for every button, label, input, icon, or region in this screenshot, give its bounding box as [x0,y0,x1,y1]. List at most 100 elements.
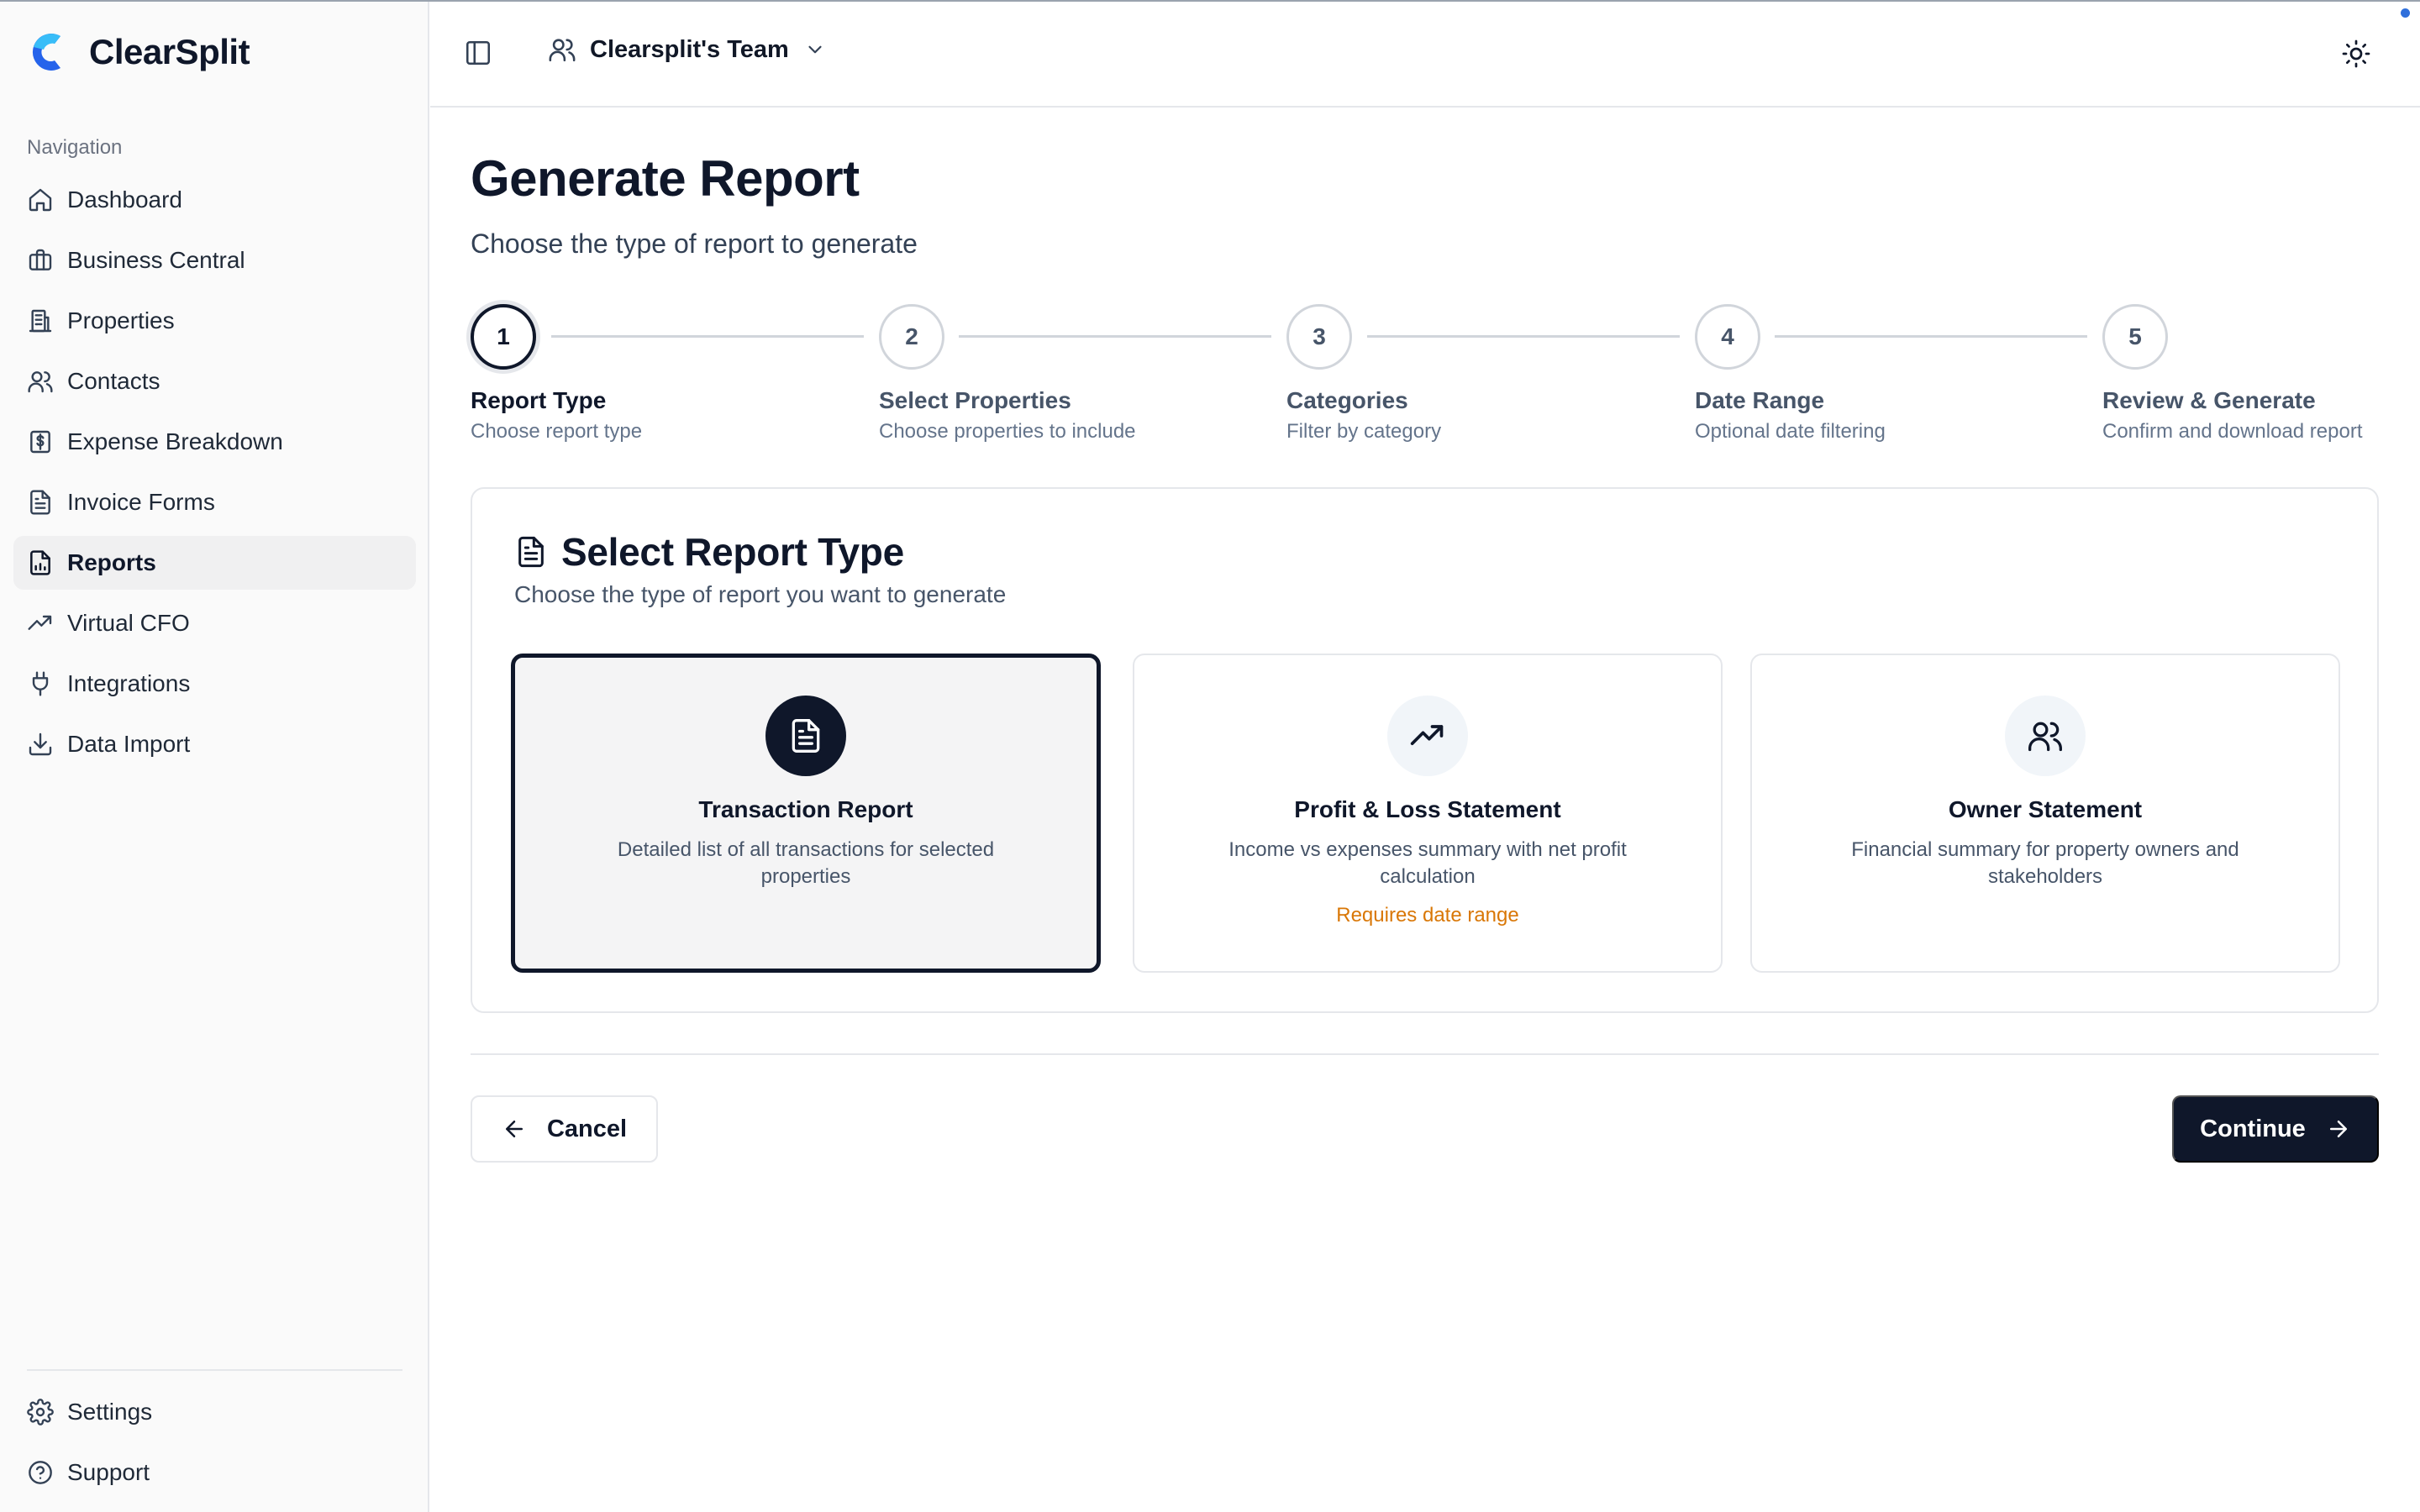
sidebar-item-label: Dashboard [67,186,182,213]
brand[interactable]: ClearSplit [27,29,250,76]
step-1-indicator: 1 [471,304,536,370]
step-connector [959,335,1271,338]
sidebar-item-contacts[interactable]: Contacts [13,354,416,408]
sidebar-item-integrations[interactable]: Integrations [13,657,416,711]
option-transaction-report[interactable]: Transaction Report Detailed list of all … [511,654,1101,973]
step-connector [551,335,864,338]
sidebar-toggle-icon[interactable] [464,39,492,67]
option-title: Profit & Loss Statement [1294,796,1561,822]
option-title: Owner Statement [1948,796,2143,822]
file-text-icon [30,490,50,515]
sidebar-item-invoice-forms[interactable]: Invoice Forms [13,475,416,529]
sidebar-item-reports[interactable]: Reports [13,536,416,590]
sidebar-item-label: Properties [67,307,175,333]
step-4-title: Date Range [1695,387,1825,413]
building-icon [29,309,52,333]
sidebar-bottom-nav: Settings Support [13,1385,416,1506]
continue-button[interactable]: Continue [2172,1095,2379,1163]
card-header: Select Report Type [514,529,904,575]
sidebar-item-label: Integrations [67,670,191,696]
clearsplit-logo-icon [32,34,60,71]
sun-icon[interactable] [2341,39,2371,69]
arrow-right-icon [2329,1121,2347,1137]
step-3-description: Filter by category [1286,420,1442,443]
sidebar-item-label: Settings [67,1399,153,1425]
trending-up-icon [28,615,52,630]
step-3-title: Categories [1286,387,1408,413]
home-icon [29,188,52,212]
briefcase-icon [29,249,52,270]
step-3-indicator: 3 [1286,304,1352,370]
sidebar-item-business-central[interactable]: Business Central [13,234,416,287]
sidebar-item-label: Reports [67,549,156,575]
sidebar-item-label: Virtual CFO [67,610,190,636]
page-title: Generate Report [471,150,860,207]
page-subtitle: Choose the type of report to generate [471,228,918,259]
step-connector [1367,335,1680,338]
file-text-icon [792,719,820,753]
step-4-description: Optional date filtering [1695,420,1886,443]
top-header: Clearsplit's Team [430,2,2420,108]
sidebar-item-properties[interactable]: Properties [13,294,416,348]
option-description: Income vs expenses summary with net prof… [1228,838,1627,888]
sidebar-item-label: Data Import [67,731,191,757]
sidebar-item-label: Invoice Forms [67,489,215,515]
gear-icon [27,1399,54,1425]
trending-up-icon [1410,725,1444,745]
card-subtitle: Choose the type of report you want to ge… [514,581,1007,607]
chevron-down-icon [808,45,822,54]
report-type-card: Select Report Type Choose the type of re… [471,487,2379,1013]
plug-icon [32,671,49,696]
continue-button-label: Continue [2200,1115,2306,1142]
sidebar-item-label: Support [67,1459,150,1485]
step-5-title: Review & Generate [2102,387,2316,413]
sidebar-item-dashboard[interactable]: Dashboard [13,173,416,227]
sidebar-item-support[interactable]: Support [13,1446,416,1499]
option-description: Detailed list of all transactions for se… [617,838,995,888]
sidebar-item-expense-breakdown[interactable]: Expense Breakdown [13,415,416,469]
option-icon-badge [1387,696,1468,776]
nav-section-label: Navigation [27,136,123,159]
sidebar-item-label: Contacts [67,368,160,394]
brand-name: ClearSplit [89,32,250,71]
step-1-description: Choose report type [471,420,643,443]
dollar-receipt-icon [30,430,50,454]
team-name: Clearsplit's Team [590,35,789,63]
team-switcher[interactable]: Clearsplit's Team [548,35,826,64]
help-circle-icon [29,1461,52,1484]
sidebar-item-label: Business Central [67,247,245,273]
step-connector [1775,335,2087,338]
users-icon [28,371,53,393]
option-description: Financial summary for property owners an… [1851,838,2239,888]
step-1-title: Report Type [471,387,607,413]
sidebar-item-virtual-cfo[interactable]: Virtual CFO [13,596,416,650]
option-title: Transaction Report [698,796,913,822]
arrow-left-icon [505,1121,523,1137]
footer-divider [471,1053,2379,1055]
step-2-title: Select Properties [879,387,1071,413]
option-owner-statement[interactable]: Owner Statement Financial summary for pr… [1750,654,2340,973]
step-5-indicator: 5 [2102,304,2168,370]
step-4-indicator: 4 [1695,304,1760,370]
option-icon-badge [2005,696,2086,776]
download-icon [29,732,52,756]
step-5-description: Confirm and download report [2102,420,2363,443]
users-icon [549,39,576,62]
sidebar-divider [27,1369,402,1371]
step-2-indicator: 2 [879,304,944,370]
option-profit-loss-statement[interactable]: Profit & Loss Statement Income vs expens… [1133,654,1723,973]
card-title: Select Report Type [561,530,904,574]
option-requirement-note: Requires date range [1336,904,1519,927]
step-2-description: Choose properties to include [879,420,1136,443]
report-icon [30,550,50,575]
sidebar-nav: Dashboard Business Central Properties Co… [13,173,416,778]
sidebar-item-data-import[interactable]: Data Import [13,717,416,771]
sidebar-item-settings[interactable]: Settings [13,1385,416,1439]
option-icon-badge [765,696,846,776]
cancel-button-label: Cancel [546,1115,628,1142]
sidebar-item-label: Expense Breakdown [67,428,283,454]
sidebar: ClearSplit Navigation Dashboard Business… [0,2,429,1512]
file-text-icon [518,536,544,568]
users-icon [2028,722,2062,752]
cancel-button[interactable]: Cancel [471,1095,658,1163]
